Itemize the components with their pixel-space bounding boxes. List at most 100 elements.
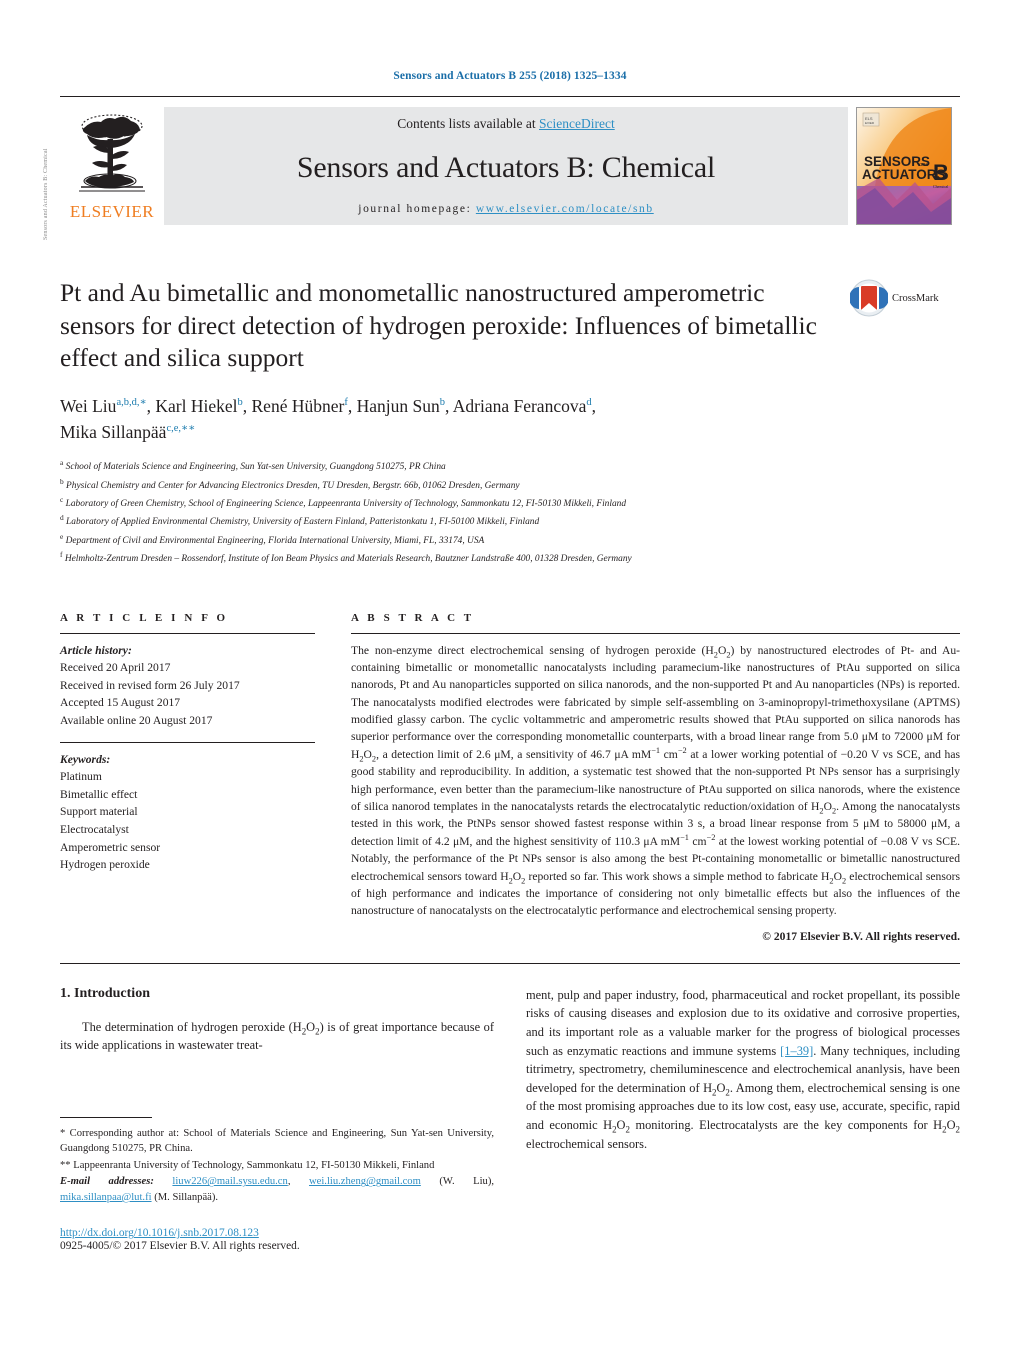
email-link-1[interactable]: liuw226@mail.sysu.edu.cn <box>172 1176 287 1187</box>
article-info-heading: A R T I C L E I N F O <box>60 611 229 624</box>
affiliation-mark: f <box>60 550 63 560</box>
affiliation-text: Laboratory of Green Chemistry, School of… <box>65 499 627 510</box>
email-label: E-mail addresses: <box>60 1176 154 1188</box>
elsevier-wordmark: ELSEVIER <box>69 202 155 221</box>
reference-link-1-39[interactable]: [1–39] <box>780 1044 813 1058</box>
abstract-column: A B S T R A C T The non-enzyme direct el… <box>351 612 960 943</box>
affiliation-text: Department of Civil and Environmental En… <box>65 535 485 546</box>
author-5-affil: d <box>586 397 592 409</box>
intro-right-part-b: . Many techniques, including titrimetry,… <box>526 1043 961 1151</box>
affiliation-text: Physical Chemistry and Center for Advanc… <box>66 480 520 491</box>
article-info-divider <box>60 632 315 634</box>
contents-prefix: Contents lists available at <box>397 116 539 131</box>
author-5: , Adriana Ferancova <box>444 395 587 416</box>
affiliation-item: d Laboratory of Applied Environmental Ch… <box>60 512 960 530</box>
history-item: Received in revised form 26 July 2017 <box>60 678 240 692</box>
affiliation-item: a School of Materials Science and Engine… <box>60 457 960 475</box>
footnote-corresponding-2: ** Lappeenranta University of Technology… <box>60 1159 435 1171</box>
affiliation-text: School of Materials Science and Engineer… <box>65 462 446 473</box>
author-3: , René Hübner <box>242 395 345 416</box>
affiliation-item: c Laboratory of Green Chemistry, School … <box>60 494 960 512</box>
section-divider <box>60 962 960 964</box>
abstract-copyright: © 2017 Elsevier B.V. All rights reserved… <box>762 929 960 943</box>
sciencedirect-link[interactable]: ScienceDirect <box>539 116 615 131</box>
footnotes-block: * Corresponding author at: School of Mat… <box>60 1117 494 1252</box>
abstract-text: The non-enzyme direct electrochemical se… <box>351 643 961 918</box>
journal-masthead: ELSEVIER Contents lists available at Sci… <box>60 96 960 225</box>
affiliation-mark: d <box>60 513 64 523</box>
article-info-column: A R T I C L E I N F O Article history: R… <box>60 612 315 943</box>
abstract-divider <box>351 632 960 634</box>
keywords-divider <box>60 741 315 743</box>
keywords-block: Keywords: Platinum Bimetallic effect Sup… <box>60 751 315 874</box>
affiliation-item: f Helmholtz-Zentrum Dresden – Rossendorf… <box>60 549 960 567</box>
affiliation-mark: e <box>60 531 64 541</box>
svg-text:B: B <box>933 160 949 185</box>
author-6: Mika Sillanpää <box>60 422 167 443</box>
crossmark-icon <box>850 279 888 317</box>
journal-homepage-link[interactable]: www.elsevier.com/locate/snb <box>476 203 654 215</box>
doi-link[interactable]: http://dx.doi.org/10.1016/j.snb.2017.08.… <box>60 1227 494 1239</box>
history-item: Received 20 April 2017 <box>60 661 171 675</box>
journal-title: Sensors and Actuators B: Chemical <box>296 151 716 184</box>
elsevier-tree-icon <box>79 114 145 192</box>
journal-band: Contents lists available at ScienceDirec… <box>164 107 848 225</box>
introduction-paragraph-left: The determination of hydrogen peroxide (… <box>60 1019 495 1053</box>
body-column-left: 1. Introduction The determination of hyd… <box>60 986 494 1252</box>
footnote-divider <box>60 1117 152 1118</box>
homepage-prefix: journal homepage: <box>358 203 476 215</box>
contents-line: Contents lists available at ScienceDirec… <box>397 116 614 132</box>
keyword-item: Hydrogen peroxide <box>60 858 150 872</box>
email-owner-1: (W. Liu), <box>439 1176 495 1188</box>
svg-text:EVIER: EVIER <box>865 121 875 125</box>
svg-text:Chemical: Chemical <box>933 184 949 189</box>
keyword-item: Bimetallic effect <box>60 787 138 801</box>
journal-cover: ELS EVIER SENSORS and ACTUATORS B Chemic… <box>848 107 960 225</box>
author-1: Wei Liu <box>60 395 117 416</box>
page-title: Pt and Au bimetallic and monometallic na… <box>60 278 817 373</box>
keyword-item: Electrocatalyst <box>60 823 129 837</box>
email-link-2[interactable]: wei.liu.zheng@gmail.com <box>309 1176 421 1187</box>
journal-homepage-line: journal homepage: www.elsevier.com/locat… <box>358 203 653 215</box>
article-history-label: Article history: <box>60 643 132 657</box>
author-2: , Karl Hiekel <box>146 395 238 416</box>
elsevier-logo: ELSEVIER <box>60 107 164 225</box>
keyword-item: Platinum <box>60 770 102 784</box>
footnote-corresponding: * Corresponding author at: School of Mat… <box>60 1128 494 1155</box>
paper-page: Sensors and Actuators B 255 (2018) 1325–… <box>0 0 1020 1351</box>
author-6-corresponding-mark: ∗∗ <box>181 423 196 435</box>
author-1-corresponding-mark: ∗ <box>139 397 147 409</box>
affiliation-text: Helmholtz-Zentrum Dresden – Rossendorf, … <box>64 554 632 565</box>
author-4: , Hanjun Sun <box>347 395 440 416</box>
affiliation-text: Laboratory of Applied Environmental Chem… <box>66 517 540 528</box>
affiliation-mark: c <box>60 495 64 505</box>
body-column-right: ment, pulp and paper industry, food, pha… <box>526 986 960 1252</box>
keyword-item: Amperometric sensor <box>60 840 161 854</box>
info-abstract-row: A R T I C L E I N F O Article history: R… <box>60 612 960 943</box>
history-item: Accepted 15 August 2017 <box>60 696 181 710</box>
history-item: Available online 20 August 2017 <box>60 713 213 727</box>
title-row: Pt and Au bimetallic and monometallic na… <box>60 277 960 375</box>
affiliation-item: b Physical Chemistry and Center for Adva… <box>60 476 960 494</box>
author-list: Wei Liua,b,d,∗, Karl Hiekelb, René Hübne… <box>60 395 596 443</box>
article-history: Article history: Received 20 April 2017 … <box>60 642 315 730</box>
author-1-affil: a,b,d, <box>116 397 140 409</box>
affiliation-mark: a <box>60 458 64 468</box>
journal-side-strip: Sensors and Actuators B: Chemical <box>43 148 49 240</box>
introduction-heading: 1. Introduction <box>60 985 150 1001</box>
email-owner-3: (M. Sillanpää). <box>154 1191 219 1203</box>
introduction-paragraph-right: ment, pulp and paper industry, food, pha… <box>526 986 960 1153</box>
cover-art: ELS EVIER SENSORS and ACTUATORS B Chemic… <box>857 108 951 224</box>
author-6-affil: c,e, <box>166 423 182 435</box>
affiliation-item: e Department of Civil and Environmental … <box>60 531 960 549</box>
crossmark-label: CrossMark <box>892 292 939 304</box>
body-columns: 1. Introduction The determination of hyd… <box>60 986 960 1252</box>
journal-cover-image: ELS EVIER SENSORS and ACTUATORS B Chemic… <box>856 107 952 225</box>
keyword-item: Support material <box>60 805 138 819</box>
email-link-3[interactable]: mika.sillanpaa@lut.fi <box>60 1192 152 1203</box>
abstract-heading: A B S T R A C T <box>351 611 475 624</box>
crossmark-badge[interactable]: CrossMark <box>850 277 960 317</box>
running-head: Sensors and Actuators B 255 (2018) 1325–… <box>393 70 627 82</box>
doi-block: http://dx.doi.org/10.1016/j.snb.2017.08.… <box>60 1227 494 1252</box>
keywords-label: Keywords: <box>60 752 111 766</box>
